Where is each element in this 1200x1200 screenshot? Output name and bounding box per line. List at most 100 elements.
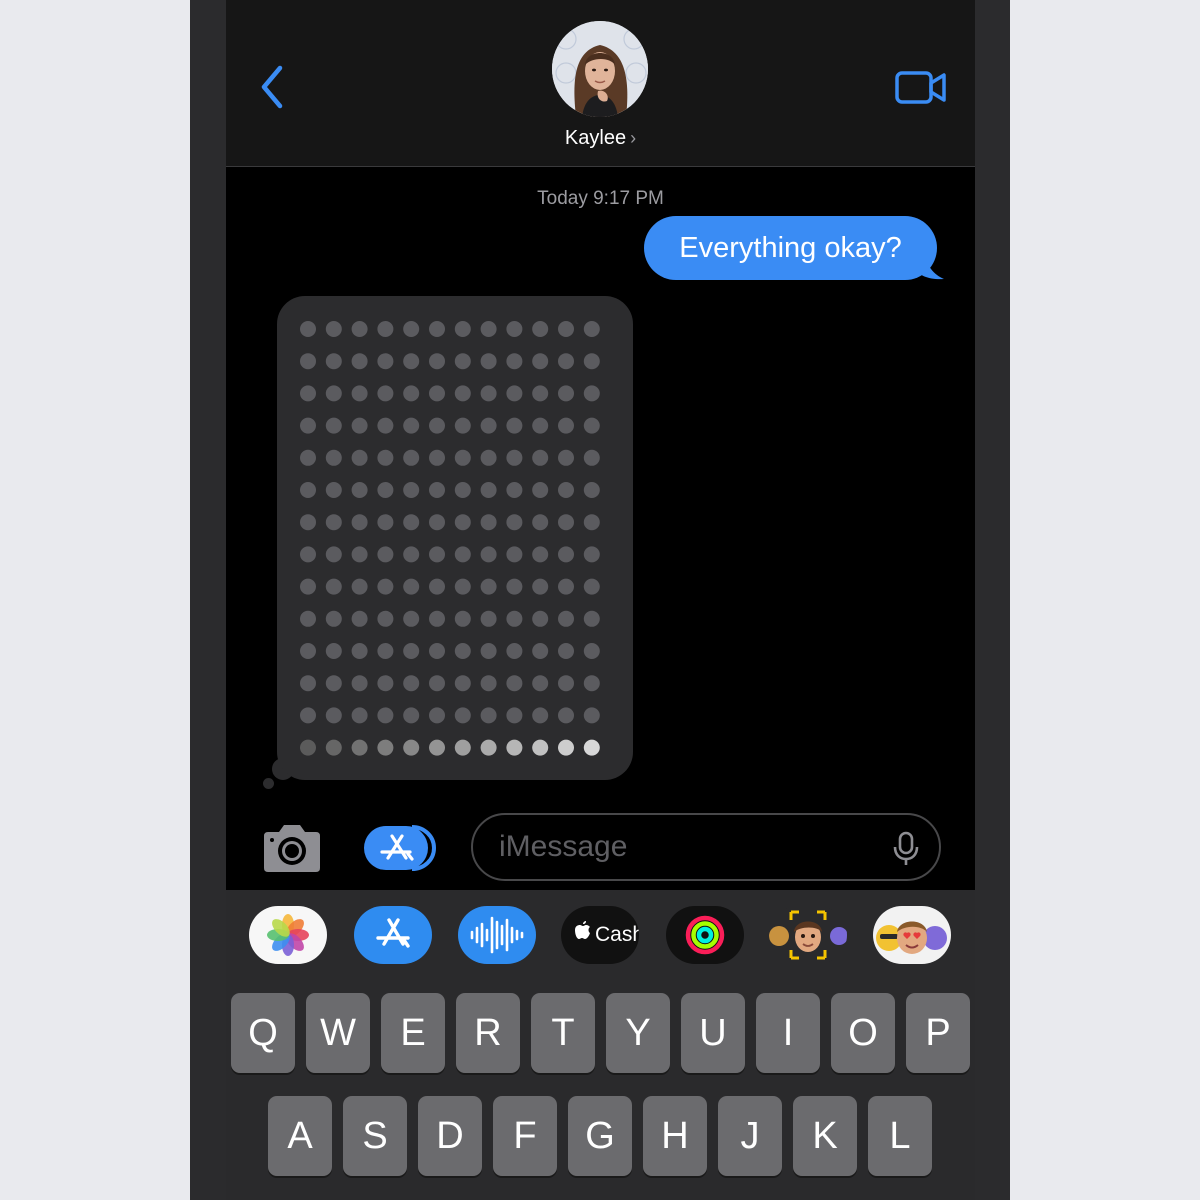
key-e[interactable]: E <box>381 993 445 1073</box>
key-u[interactable]: U <box>681 993 745 1073</box>
doodle-dot <box>377 578 394 595</box>
doodle-dot <box>506 578 523 595</box>
imessage-input[interactable]: iMessage <box>471 813 941 881</box>
doodle-dot <box>429 385 445 402</box>
doodle-dot <box>532 353 549 370</box>
key-f[interactable]: F <box>493 1096 557 1176</box>
key-w[interactable]: W <box>306 993 370 1073</box>
doodle-dot <box>583 417 600 434</box>
doodle-dot <box>325 417 342 434</box>
doodle-dot <box>480 514 497 531</box>
doodle-dot <box>558 739 574 756</box>
doodle-dot <box>429 417 445 434</box>
doodle-dot <box>377 353 394 370</box>
doodle-dot <box>454 482 471 498</box>
doodle-dot <box>300 353 316 370</box>
doodle-dot <box>300 482 316 498</box>
apple-cash-app-icon[interactable]: Cash <box>561 906 639 964</box>
doodle-dot <box>377 610 394 627</box>
doodle-dot <box>377 449 394 466</box>
doodle-dot <box>351 707 368 724</box>
app-store-icon <box>364 825 437 871</box>
contact-avatar[interactable] <box>552 21 648 117</box>
key-s[interactable]: S <box>343 1096 407 1176</box>
doodle-dot <box>583 610 600 627</box>
doodle-dot <box>351 353 368 370</box>
back-button[interactable] <box>256 62 296 112</box>
doodle-dot <box>300 321 316 337</box>
key-i[interactable]: I <box>756 993 820 1073</box>
key-q[interactable]: Q <box>231 993 295 1073</box>
doodle-dot <box>300 546 316 563</box>
key-p[interactable]: P <box>906 993 970 1073</box>
doodle-dot <box>532 578 549 595</box>
doodle-dot <box>325 514 342 531</box>
doodle-dot <box>403 739 420 756</box>
doodle-dot <box>300 578 316 595</box>
key-d[interactable]: D <box>418 1096 482 1176</box>
doodle-dot <box>558 675 574 692</box>
microphone-icon[interactable] <box>891 831 921 867</box>
doodle-dot <box>300 514 316 531</box>
memoji-app-icon[interactable] <box>769 906 847 964</box>
doodle-dot <box>300 675 316 692</box>
doodle-dot <box>351 675 368 692</box>
doodle-dot <box>480 578 497 595</box>
doodle-dot <box>403 321 420 337</box>
camera-button[interactable] <box>260 822 324 874</box>
doodle-dot <box>480 385 497 402</box>
doodle-dot <box>480 353 497 370</box>
facetime-video-button[interactable] <box>894 68 948 108</box>
doodle-dot <box>532 482 549 498</box>
imessage-placeholder: iMessage <box>499 830 628 863</box>
doodle-dot <box>429 449 445 466</box>
contact-name-button[interactable]: Kaylee › <box>226 127 975 150</box>
phone-bezel-right <box>975 0 1010 1200</box>
doodle-dot <box>377 707 394 724</box>
doodle-dot <box>480 643 497 659</box>
doodle-dot <box>377 739 394 756</box>
app-drawer-button[interactable] <box>364 824 440 872</box>
key-j[interactable]: J <box>718 1096 782 1176</box>
activity-app-icon[interactable] <box>666 906 744 964</box>
key-y[interactable]: Y <box>606 993 670 1073</box>
key-r[interactable]: R <box>456 993 520 1073</box>
doodle-dot <box>583 546 600 563</box>
audio-message-app-icon[interactable] <box>458 906 536 964</box>
message-timestamp: Today 9:17 PM <box>537 188 664 209</box>
key-t[interactable]: T <box>531 993 595 1073</box>
doodle-dot <box>558 707 574 724</box>
doodle-dot <box>429 482 445 498</box>
doodle-dot <box>325 643 342 659</box>
doodle-dot <box>532 610 549 627</box>
doodle-dot <box>583 353 600 370</box>
digital-touch-typing-bubble[interactable] <box>277 296 633 780</box>
memoji-stickers-app-icon[interactable] <box>873 906 951 964</box>
key-l[interactable]: L <box>868 1096 932 1176</box>
doodle-dot <box>480 449 497 466</box>
doodle-dot <box>454 417 471 434</box>
doodle-dot <box>429 707 445 724</box>
key-g[interactable]: G <box>568 1096 632 1176</box>
doodle-dot <box>454 707 471 724</box>
doodle-dot <box>429 610 445 627</box>
doodle-dot <box>351 546 368 563</box>
doodle-dot <box>532 417 549 434</box>
outgoing-message-bubble[interactable]: Everything okay? <box>644 216 937 280</box>
doodle-dot <box>377 643 394 659</box>
video-camera-icon <box>895 71 946 104</box>
doodle-dot <box>454 385 471 402</box>
doodle-dot <box>506 482 523 498</box>
doodle-dot <box>325 610 342 627</box>
doodle-dot <box>532 321 549 337</box>
key-k[interactable]: K <box>793 1096 857 1176</box>
doodle-dot <box>480 546 497 563</box>
thought-dot-small <box>263 778 274 789</box>
doodle-dot <box>558 385 574 402</box>
doodle-dot <box>325 449 342 466</box>
key-h[interactable]: H <box>643 1096 707 1176</box>
photos-app-icon[interactable] <box>249 906 327 964</box>
key-o[interactable]: O <box>831 993 895 1073</box>
key-a[interactable]: A <box>268 1096 332 1176</box>
app-store-app-icon[interactable] <box>354 906 432 964</box>
